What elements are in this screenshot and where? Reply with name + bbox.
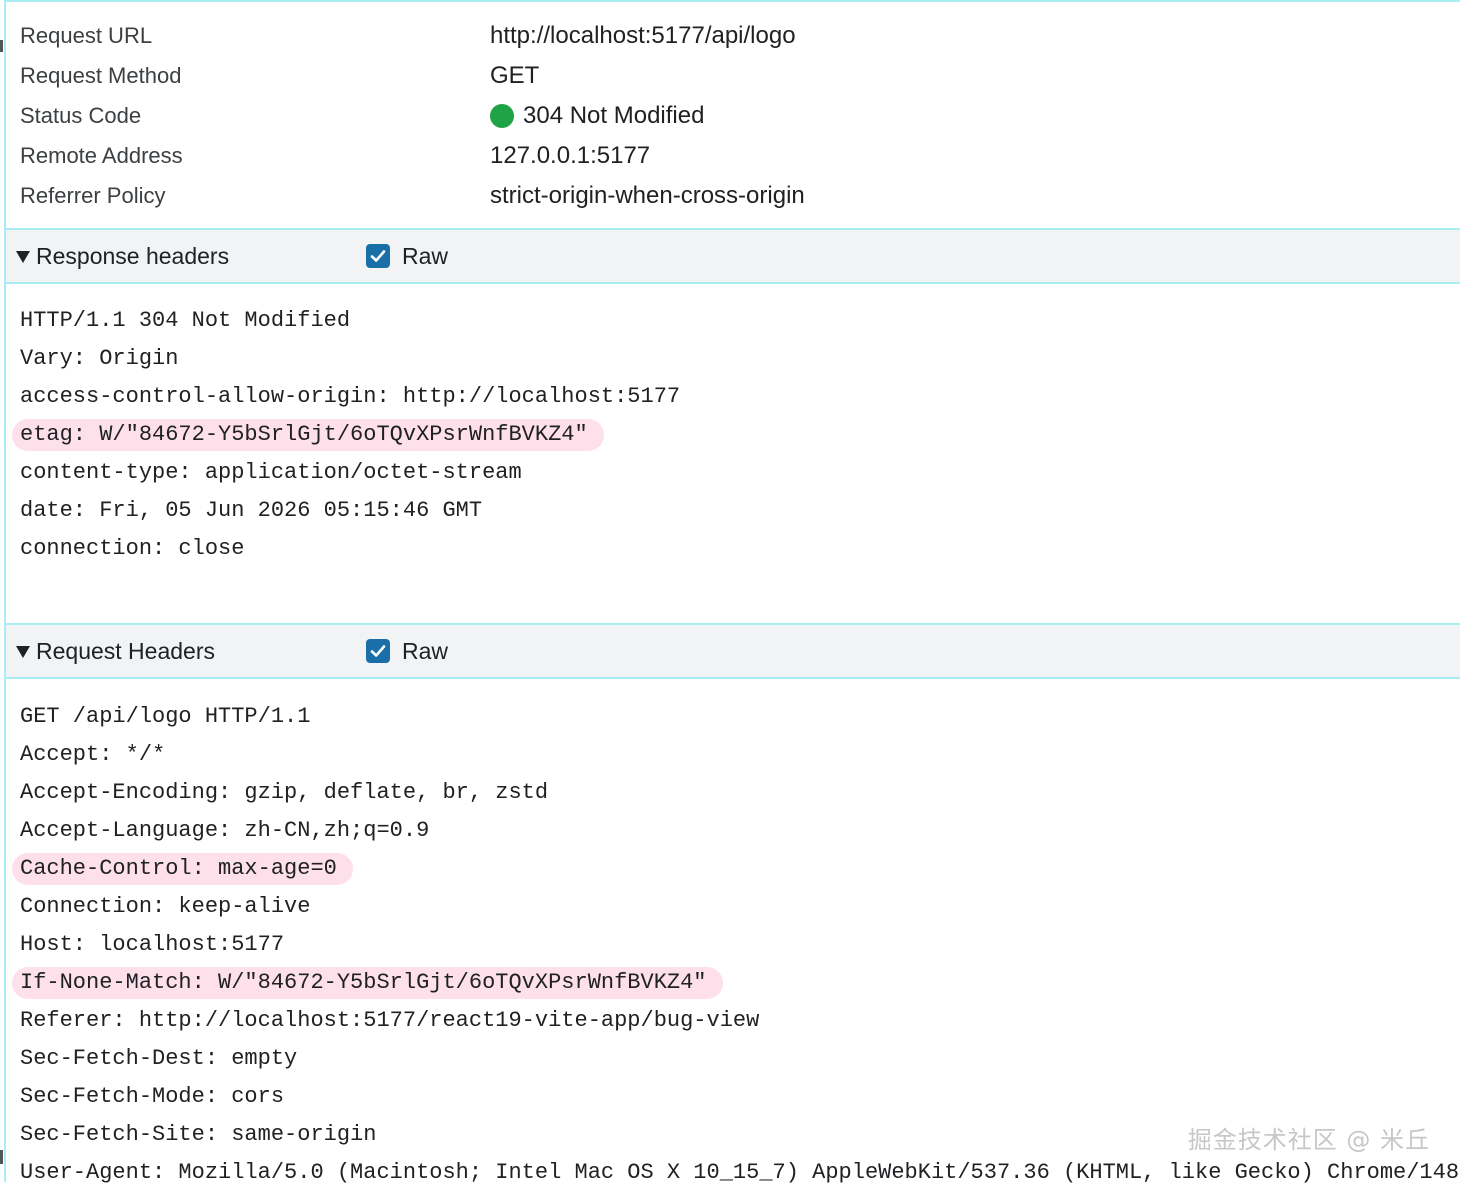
header-line-text: If-None-Match: W/"84672-Y5bSrlGjt/6oTQvX… (20, 970, 707, 995)
request-headers-title: Request Headers (36, 638, 215, 664)
header-line-text: Referer: http://localhost:5177/react19-v… (20, 1008, 760, 1033)
left-edge-mark (0, 1150, 3, 1164)
general-row-request-method: Request Method GET (6, 56, 1460, 96)
response-header-line: HTTP/1.1 304 Not Modified (20, 302, 680, 340)
response-headers-raw: HTTP/1.1 304 Not Modified Vary: Origin acc… (12, 302, 680, 568)
response-raw-toggle[interactable]: Raw (366, 230, 448, 282)
status-code-value: 304 Not Modified (490, 96, 704, 136)
request-headers-toggle[interactable]: Request Headers (16, 625, 215, 677)
header-line-text: Sec-Fetch-Site: same-origin (20, 1122, 377, 1147)
checkbox-checked-icon[interactable] (366, 244, 390, 268)
general-key: Remote Address (20, 143, 183, 168)
checkbox-checked-icon[interactable] (366, 639, 390, 663)
header-line-text: Accept: */* (20, 742, 166, 767)
request-header-line: Sec-Fetch-Dest: empty (20, 1040, 1459, 1078)
request-header-line: Accept: */* (20, 736, 1459, 774)
request-header-line: User-Agent: Mozilla/5.0 (Macintosh; Inte… (20, 1154, 1459, 1192)
request-header-line: Accept-Encoding: gzip, deflate, br, zstd (20, 774, 1459, 812)
remote-address-value: 127.0.0.1:5177 (490, 142, 651, 169)
header-line-text: connection: close (20, 536, 245, 561)
response-header-line: content-type: application/octet-stream (20, 454, 680, 492)
general-key: Request URL (20, 23, 153, 48)
header-line-text: date: Fri, 05 Jun 2026 05:15:46 GMT (20, 498, 483, 523)
status-ok-icon (490, 104, 514, 128)
status-code-text: 304 Not Modified (523, 102, 705, 129)
response-header-line: etag: W/"84672-Y5bSrlGjt/6oTQvXPsrWnfBVK… (12, 416, 680, 454)
headers-panel: Request URL http://localhost:5177/api/lo… (4, 0, 1460, 1185)
general-row-referrer-policy: Referrer Policy strict-origin-when-cross… (6, 176, 1460, 216)
request-url-value[interactable]: http://localhost:5177/api/logo (490, 16, 796, 56)
general-row-status-code: Status Code 304 Not Modified (6, 96, 1460, 136)
general-row-remote-address: Remote Address 127.0.0.1:5177 (6, 136, 1460, 176)
header-line-text: HTTP/1.1 304 Not Modified (20, 308, 351, 333)
response-header-line: date: Fri, 05 Jun 2026 05:15:46 GMT (20, 492, 680, 530)
general-key: Status Code (20, 103, 142, 128)
response-header-line: access-control-allow-origin: http://loca… (20, 378, 680, 416)
header-line-text: Host: localhost:5177 (20, 932, 285, 957)
request-headers-raw: GET /api/logo HTTP/1.1 Accept: */* Accept-… (12, 698, 1459, 1192)
response-headers-title: Response headers (36, 243, 230, 269)
header-line-text: content-type: application/octet-stream (20, 460, 522, 485)
request-header-line: Host: localhost:5177 (20, 926, 1459, 964)
header-line-text: GET /api/logo HTTP/1.1 (20, 704, 311, 729)
raw-label: Raw (402, 242, 449, 269)
left-edge-mark (0, 40, 3, 52)
response-headers-toggle[interactable]: Response headers (16, 230, 229, 282)
request-header-line: Accept-Language: zh-CN,zh;q=0.9 (20, 812, 1459, 850)
header-line-text: Accept-Language: zh-CN,zh;q=0.9 (20, 818, 430, 843)
header-line-text: Sec-Fetch-Mode: cors (20, 1084, 285, 1109)
request-header-line: GET /api/logo HTTP/1.1 (20, 698, 1459, 736)
request-method-value: GET (490, 62, 540, 89)
request-header-line: Referer: http://localhost:5177/react19-v… (20, 1002, 1459, 1040)
general-key: Request Method (20, 63, 182, 88)
response-headers-header: Response headers Raw (6, 228, 1460, 284)
triangle-down-icon (16, 251, 30, 263)
header-line-text: Connection: keep-alive (20, 894, 311, 919)
response-header-line: connection: close (20, 530, 680, 568)
response-header-line: Vary: Origin (20, 340, 680, 378)
request-header-line: Cache-Control: max-age=0 (12, 850, 1459, 888)
referrer-policy-value: strict-origin-when-cross-origin (490, 182, 805, 209)
request-header-line: Connection: keep-alive (20, 888, 1459, 926)
request-header-line: Sec-Fetch-Mode: cors (20, 1078, 1459, 1116)
header-line-text: Sec-Fetch-Dest: empty (20, 1046, 298, 1071)
triangle-down-icon (16, 646, 30, 658)
request-header-line: If-None-Match: W/"84672-Y5bSrlGjt/6oTQvX… (12, 964, 1459, 1002)
header-line-text: User-Agent: Mozilla/5.0 (Macintosh; Inte… (20, 1160, 1460, 1185)
request-raw-toggle[interactable]: Raw (366, 625, 448, 677)
general-row-request-url: Request URL http://localhost:5177/api/lo… (6, 16, 1460, 56)
header-line-text: Vary: Origin (20, 346, 179, 371)
general-key: Referrer Policy (20, 183, 166, 208)
header-line-text: Cache-Control: max-age=0 (20, 856, 337, 881)
general-section: Request URL http://localhost:5177/api/lo… (6, 2, 1460, 228)
header-line-text: Accept-Encoding: gzip, deflate, br, zstd (20, 780, 549, 805)
watermark-text: 掘金技术社区 @ 米丘 (1187, 1126, 1430, 1154)
request-headers-header: Request Headers Raw (6, 623, 1460, 679)
header-line-text: etag: W/"84672-Y5bSrlGjt/6oTQvXPsrWnfBVK… (20, 422, 588, 447)
raw-label: Raw (402, 637, 449, 664)
header-line-text: access-control-allow-origin: http://loca… (20, 384, 681, 409)
